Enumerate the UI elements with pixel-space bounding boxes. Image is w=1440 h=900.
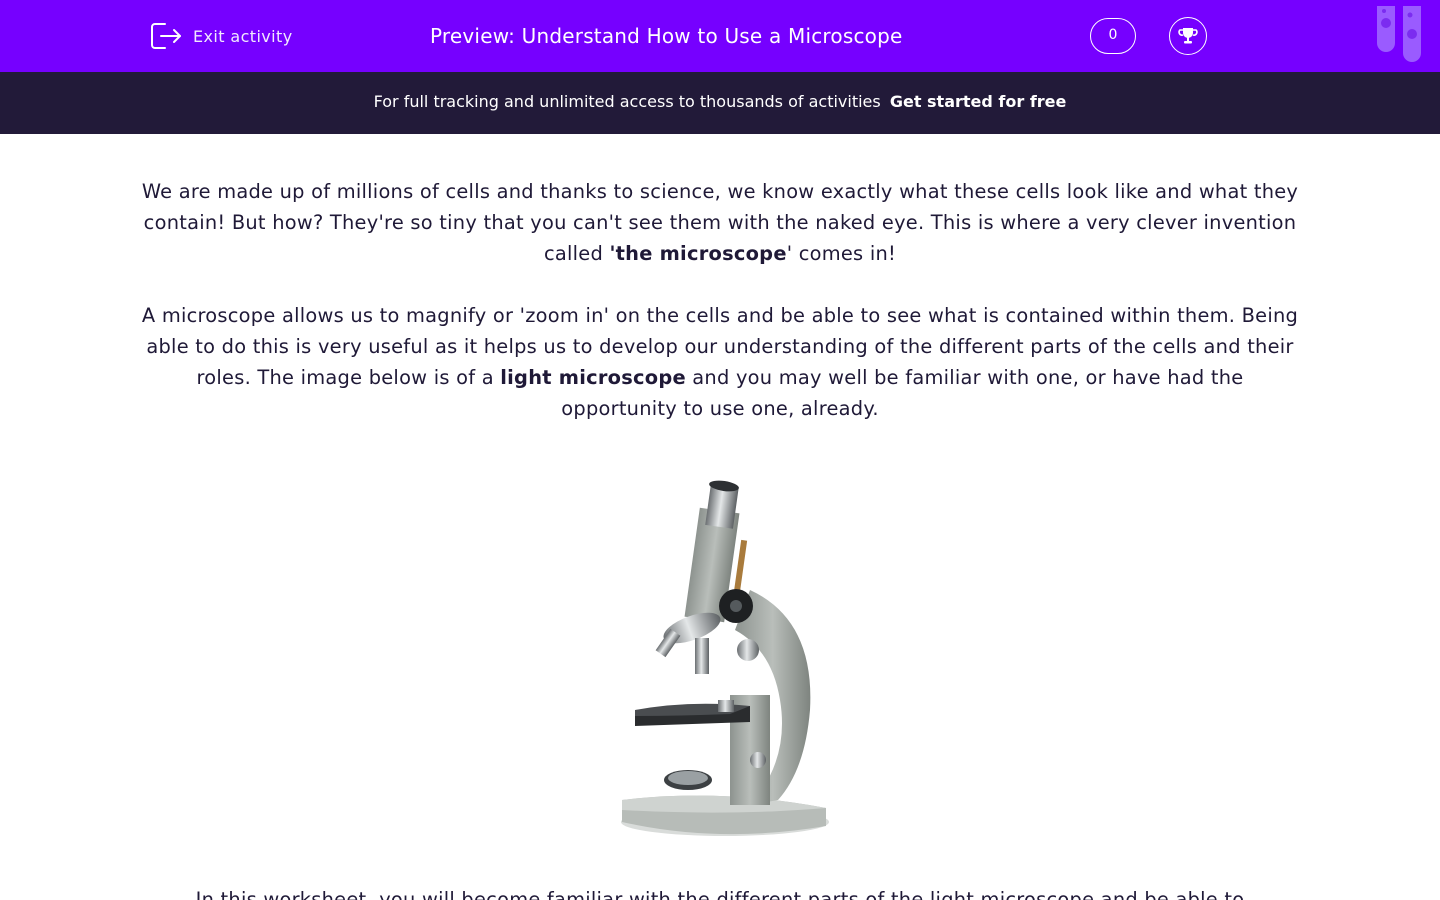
p2-bold-term: light microscope [500,366,686,389]
get-started-link[interactable]: Get started for free [890,92,1067,111]
trophy-icon [1178,28,1198,44]
intro-content: We are made up of millions of cells and … [140,176,1300,455]
intro-paragraph-1: We are made up of millions of cells and … [140,176,1300,269]
exit-icon [151,23,181,49]
p1-text-end: ' comes in! [786,242,897,265]
score-counter: 0 [1090,18,1136,54]
signup-banner: For full tracking and unlimited access t… [0,72,1440,134]
exit-activity-button[interactable]: Exit activity [149,18,293,54]
exit-activity-label: Exit activity [193,26,293,46]
top-bar: Exit activity Preview: Understand How to… [0,0,1440,72]
trophy-button[interactable] [1169,17,1207,55]
page-title: Preview: Understand How to Use a Microsc… [430,24,903,48]
intro-paragraph-2: A microscope allows us to magnify or 'zo… [140,300,1300,424]
p1-bold-term: 'the microscope [609,242,787,265]
microscope-image [621,480,829,836]
banner-text: For full tracking and unlimited access t… [373,92,881,111]
test-tubes-logo [1377,6,1421,62]
intro-paragraph-3: In this worksheet, you will become famil… [195,888,1245,900]
